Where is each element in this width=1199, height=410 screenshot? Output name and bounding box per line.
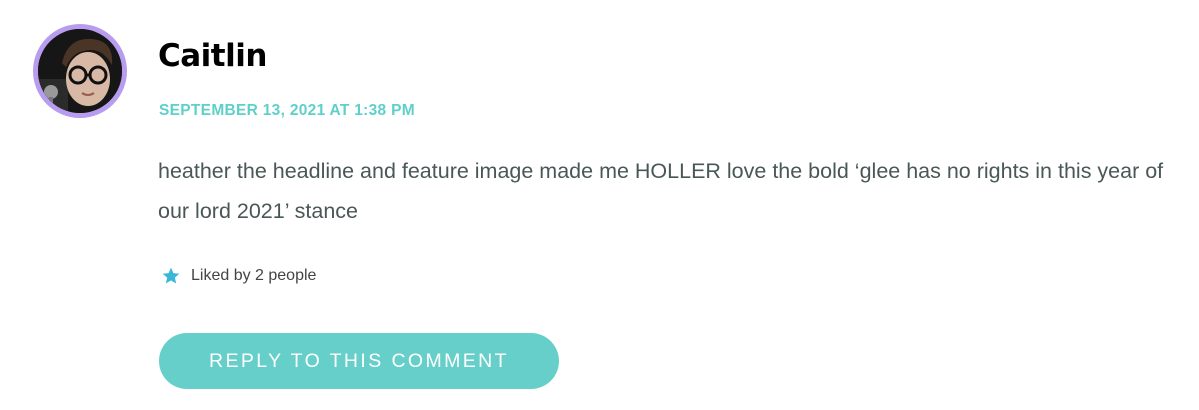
likes-indicator[interactable]: Liked by 2 people [161, 266, 316, 286]
avatar-photo [38, 29, 122, 113]
likes-text: Liked by 2 people [191, 267, 317, 284]
comment-timestamp[interactable]: SEPTEMBER 13, 2021 AT 1:38 PM [159, 102, 415, 121]
comment-author[interactable]: Caitlin [158, 38, 267, 75]
avatar[interactable] [33, 24, 127, 118]
star-icon [162, 267, 180, 284]
reply-button[interactable]: REPLY TO THIS COMMENT [159, 333, 559, 389]
comment-body: heather the headline and feature image m… [158, 159, 1164, 223]
